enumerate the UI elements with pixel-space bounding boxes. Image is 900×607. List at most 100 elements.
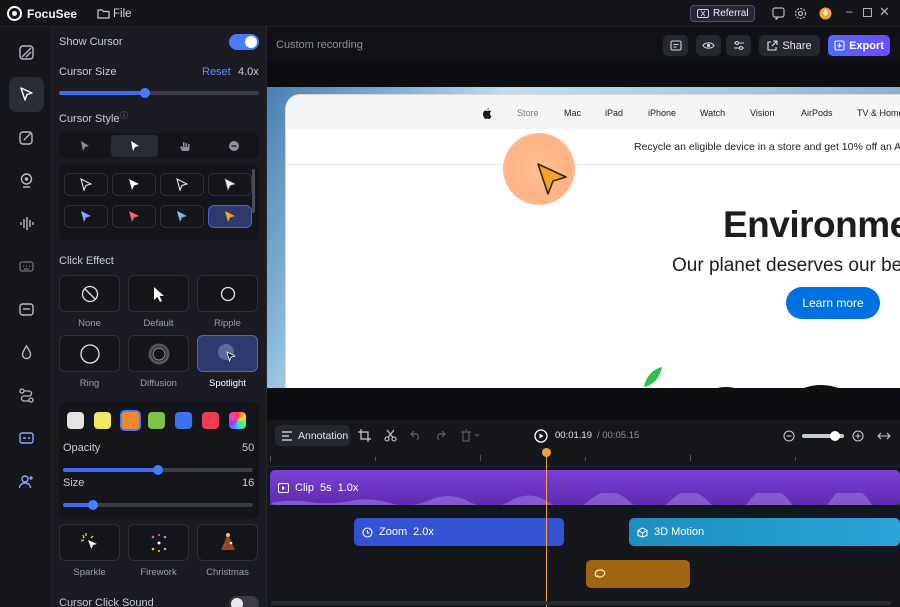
zoom-out-icon[interactable] <box>783 430 795 442</box>
webcam-icon[interactable] <box>9 163 44 198</box>
crop-icon[interactable] <box>9 35 44 70</box>
maximize-icon[interactable] <box>863 8 872 17</box>
captions-icon[interactable] <box>663 35 688 56</box>
cursor-option-5[interactable] <box>64 205 108 228</box>
cursor-option-6[interactable] <box>112 205 156 228</box>
share-button[interactable]: Share <box>759 35 820 56</box>
learn-more-button[interactable]: Learn more <box>786 287 880 319</box>
apple-logo-icon[interactable] <box>483 107 493 120</box>
effect-default[interactable] <box>128 275 189 312</box>
effect-ripple[interactable] <box>197 275 258 312</box>
effect-ring[interactable] <box>59 335 120 372</box>
opacity-slider[interactable] <box>63 465 253 475</box>
opacity-handle[interactable] <box>153 465 163 475</box>
timeline-zoom-handle[interactable] <box>830 431 840 441</box>
nav-tv-home[interactable]: TV & Home <box>857 108 900 118</box>
style-tab-arrow[interactable] <box>111 135 158 157</box>
reset-link[interactable]: Reset <box>202 66 231 78</box>
effect-default-label: Default <box>143 318 174 329</box>
cursor-option-1[interactable] <box>64 173 108 196</box>
timeline-zoom-slider[interactable] <box>802 431 844 441</box>
size-handle[interactable] <box>88 500 99 510</box>
color-swatch-orange[interactable] <box>120 410 141 431</box>
info-icon[interactable]: ⓘ <box>120 110 128 121</box>
nav-store[interactable]: Store <box>517 108 539 118</box>
color-swatch-red[interactable] <box>202 412 219 429</box>
audio-icon[interactable] <box>9 206 44 241</box>
annotation-button[interactable]: Annotation <box>275 425 350 446</box>
undo-icon[interactable] <box>410 430 422 441</box>
drop-icon[interactable] <box>9 335 44 370</box>
recording-title[interactable]: Custom recording <box>276 39 363 51</box>
export-button[interactable]: Export <box>828 35 890 56</box>
play-icon[interactable] <box>534 429 548 443</box>
keyboard-icon[interactable] <box>9 249 44 284</box>
nav-ipad[interactable]: iPad <box>605 108 623 118</box>
effect-sparkle[interactable] <box>59 524 120 561</box>
clip-track[interactable]: Clip 5s 1.0x <box>270 470 900 505</box>
effect-none[interactable] <box>59 275 120 312</box>
delete-icon[interactable] <box>460 429 480 442</box>
color-swatch-rainbow[interactable] <box>229 412 246 429</box>
edit-icon[interactable] <box>9 120 44 155</box>
rocket-icon[interactable] <box>818 5 833 21</box>
folder-icon[interactable] <box>97 7 110 19</box>
size-slider[interactable] <box>63 500 253 510</box>
caption-icon[interactable] <box>9 292 44 327</box>
cursor-size-slider[interactable] <box>59 88 259 98</box>
cursor-size-value: 4.0x <box>238 66 259 78</box>
color-swatch-green[interactable] <box>148 412 165 429</box>
effect-firework[interactable] <box>128 524 189 561</box>
zoom-segment[interactable]: Zoom 2.0x <box>354 518 564 546</box>
cursor-option-3[interactable] <box>160 173 204 196</box>
minimize-icon[interactable]: – <box>846 4 853 18</box>
close-icon[interactable]: ✕ <box>879 4 890 20</box>
referral-button[interactable]: Referral <box>690 5 755 22</box>
promo-banner[interactable]: Recycle an eligible device in a store an… <box>634 141 900 153</box>
adjust-icon[interactable] <box>726 35 751 56</box>
cursor-style-label: Cursor Style <box>59 113 120 125</box>
crop-frame-icon[interactable] <box>358 429 371 442</box>
cursor-option-4[interactable] <box>208 173 252 196</box>
nav-iphone[interactable]: iPhone <box>648 108 676 118</box>
style-tab-dot[interactable] <box>211 135 257 157</box>
scissors-icon[interactable] <box>384 429 397 442</box>
cursor-click-sound-toggle[interactable] <box>229 596 259 607</box>
cursor-icon[interactable] <box>9 77 44 112</box>
show-cursor-toggle[interactable] <box>229 34 259 50</box>
cursor-click-sound-label: Cursor Click Sound <box>59 597 154 607</box>
route-icon[interactable] <box>9 378 44 413</box>
timeline-scrollbar[interactable] <box>271 601 891 605</box>
fit-width-icon[interactable] <box>877 431 891 441</box>
time-ruler[interactable] <box>267 451 900 467</box>
color-swatch-yellow[interactable] <box>94 412 111 429</box>
style-grid-scrollbar[interactable] <box>252 169 255 213</box>
effect-spotlight[interactable] <box>197 335 258 372</box>
chat-icon[interactable] <box>772 7 785 20</box>
subtitle-icon[interactable] <box>9 421 44 456</box>
cursor-option-2[interactable] <box>112 173 156 196</box>
settings-icon[interactable] <box>794 7 807 20</box>
nav-watch[interactable]: Watch <box>700 108 725 118</box>
cursor-option-8[interactable] <box>208 205 252 228</box>
file-menu[interactable]: File <box>113 8 132 20</box>
nav-vision[interactable]: Vision <box>750 108 774 118</box>
3d-motion-segment[interactable]: 3D Motion <box>629 518 900 546</box>
preview-eye-icon[interactable] <box>696 35 721 56</box>
playhead[interactable] <box>542 448 551 607</box>
style-tab-basic[interactable] <box>61 135 108 157</box>
effect-diffusion[interactable] <box>128 335 189 372</box>
user-add-icon[interactable] <box>9 464 44 499</box>
nav-mac[interactable]: Mac <box>564 108 581 118</box>
color-swatch-blue[interactable] <box>175 412 192 429</box>
zoom-in-icon[interactable] <box>852 430 864 442</box>
cursor-option-7[interactable] <box>160 205 204 228</box>
cursor-size-handle[interactable] <box>140 88 150 98</box>
redo-icon[interactable] <box>434 430 446 441</box>
share-icon <box>767 40 778 51</box>
color-swatch-white[interactable] <box>67 412 84 429</box>
effect-christmas[interactable] <box>197 524 258 561</box>
style-tab-hand[interactable] <box>161 135 208 157</box>
nav-airpods[interactable]: AirPods <box>801 108 833 118</box>
annotation-segment[interactable] <box>586 560 690 588</box>
